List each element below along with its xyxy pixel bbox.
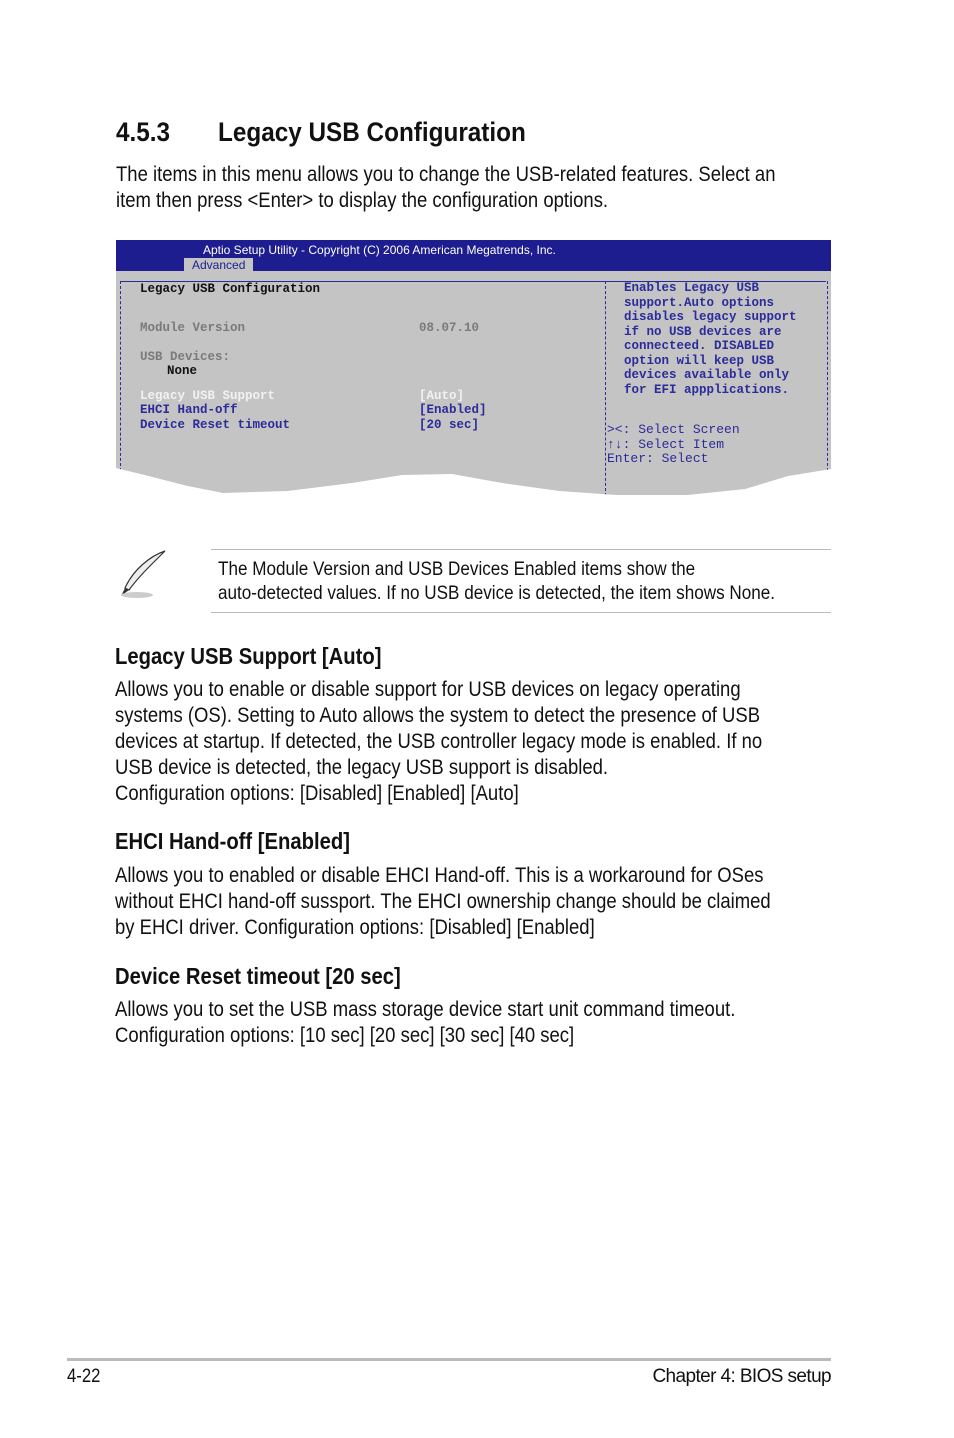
body-line: Allows you to set the USB mass storage d…: [115, 998, 736, 1021]
note-line: The Module Version and USB Devices Enabl…: [218, 559, 696, 580]
subsection-title: Device Reset timeout [20 sec]: [115, 963, 401, 989]
tab-advanced[interactable]: Advanced: [184, 258, 254, 272]
device-reset-timeout-item[interactable]: Device Reset timeout: [140, 418, 290, 433]
key-legend: ><: Select Screen ↑↓: Select Item Enter: S…: [607, 422, 740, 466]
manual-page: 4.5.3 Legacy USB Configuration The items…: [0, 0, 954, 1438]
legacy-usb-support-value[interactable]: [Auto]: [419, 389, 464, 404]
bios-screenshot: Aptio Setup Utility - Copyright (C) 2006…: [116, 240, 831, 496]
page-number: 4-22: [67, 1366, 101, 1387]
module-version-label: Module Version: [140, 321, 246, 335]
body-line: devices at startup. If detected, the USB…: [115, 730, 763, 753]
body-line: systems (OS). Setting to Auto allows the…: [115, 704, 761, 727]
subsection-title: Legacy USB Support [Auto]: [115, 643, 382, 669]
subsection-title: EHCI Hand-off [Enabled]: [115, 828, 351, 854]
footer-rule: [67, 1358, 831, 1361]
note-line: auto-detected values. If no USB device i…: [218, 583, 776, 604]
section-number: 4.5.3: [116, 117, 171, 147]
body-line: Configuration options: [Disabled] [Enabl…: [115, 782, 519, 805]
note-pen-icon: [121, 550, 166, 598]
bios-page-title: Legacy USB Configuration: [140, 282, 321, 296]
section-title: Legacy USB Configuration: [218, 117, 526, 147]
usb-devices-value: None: [167, 364, 198, 378]
body-line: Configuration options: [10 sec] [20 sec]…: [115, 1024, 575, 1047]
bios-header: Aptio Setup Utility - Copyright (C) 2006…: [116, 240, 831, 272]
body-line: Allows you to enable or disable support …: [115, 678, 741, 701]
intro-line: item then press <Enter> to display the c…: [116, 189, 609, 212]
body-line: by EHCI driver. Configuration options: […: [115, 916, 595, 939]
body-line: Allows you to enabled or disable EHCI Ha…: [115, 864, 764, 887]
chapter-label: Chapter 4: BIOS setup: [652, 1366, 831, 1387]
bios-body: Legacy USB Configuration Module Version …: [116, 271, 831, 495]
ehci-handoff-item[interactable]: EHCI Hand-off: [140, 403, 238, 418]
device-reset-timeout-value[interactable]: [20 sec]: [419, 418, 479, 433]
ehci-handoff-value[interactable]: [Enabled]: [419, 403, 487, 418]
body-line: USB device is detected, the legacy USB s…: [115, 756, 609, 779]
module-version-value: 08.07.10: [419, 321, 480, 335]
intro-line: The items in this menu allows you to cha…: [116, 163, 776, 186]
usb-devices-label: USB Devices:: [140, 350, 231, 364]
legacy-usb-support-item[interactable]: Legacy USB Support: [140, 389, 275, 404]
body-line: without EHCI hand-off sussport. The EHCI…: [115, 890, 771, 913]
help-text: Enables Legacy USB support.Auto options di…: [624, 281, 797, 397]
bios-header-title: Aptio Setup Utility - Copyright (C) 2006…: [203, 243, 556, 257]
